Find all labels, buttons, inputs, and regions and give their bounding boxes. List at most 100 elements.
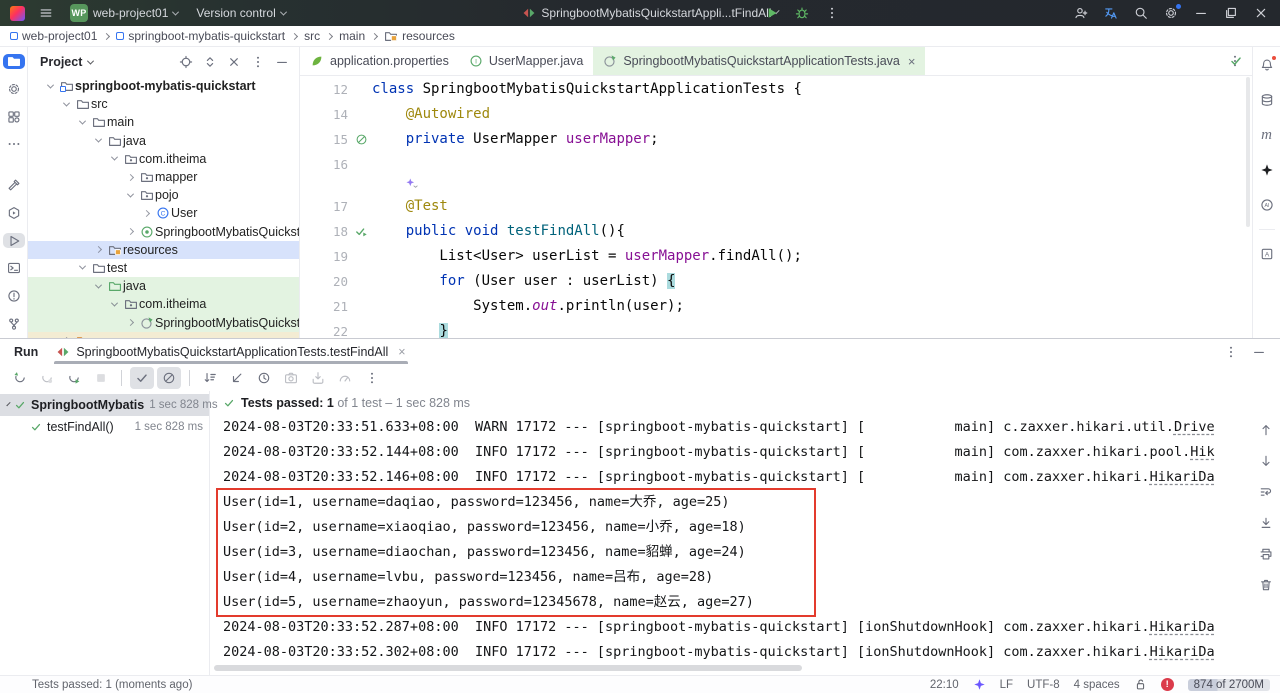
project-tree-item-src[interactable]: src [28, 95, 299, 113]
chevron-down-icon[interactable] [106, 302, 122, 307]
project-tree-item-user[interactable]: CUser [28, 204, 299, 222]
editor-tab-usermapper-java[interactable]: IUserMapper.java [459, 47, 594, 75]
status-message[interactable]: Tests passed: 1 (moments ago) [32, 679, 192, 691]
chevron-down-icon[interactable] [58, 102, 74, 107]
chevron-down-icon[interactable] [42, 84, 58, 89]
run-success-gutter-icon[interactable] [352, 219, 370, 244]
chevron-right-icon[interactable] [122, 229, 138, 234]
tool-button-modules[interactable] [3, 109, 25, 124]
soft-wrap-button[interactable] [1254, 481, 1278, 503]
project-tree-item-java[interactable]: java [28, 132, 299, 150]
project-tree-item-springboot-mybatis-quickstart[interactable]: springboot-mybatis-quickstart [28, 77, 299, 95]
ai-assistant-status-icon[interactable] [973, 678, 986, 691]
close-run-tab-icon[interactable]: × [398, 345, 405, 359]
encoding-indicator[interactable]: UTF-8 [1027, 679, 1060, 691]
print-button[interactable] [1254, 543, 1278, 565]
breadcrumb-item[interactable]: resources [384, 29, 455, 43]
translate-icon[interactable] [1098, 2, 1124, 24]
close-tab-icon[interactable]: × [908, 54, 916, 69]
show-ignored-button[interactable] [157, 367, 181, 389]
tool-button-documentation[interactable]: A [1256, 243, 1278, 265]
indent-indicator[interactable]: 4 spaces [1074, 679, 1120, 691]
project-panel-title[interactable]: Project [40, 55, 93, 69]
settings-gear-icon[interactable] [1158, 2, 1184, 24]
scroll-up-button[interactable] [1254, 419, 1278, 441]
chevron-down-icon[interactable] [106, 156, 122, 161]
cursor-position[interactable]: 22:10 [930, 679, 959, 691]
project-tree-item-java[interactable]: java [28, 277, 299, 295]
console-horizontal-scrollbar[interactable] [214, 665, 802, 671]
project-tree-item-com-itheima[interactable]: com.itheima [28, 295, 299, 313]
sort-alphabetically-button[interactable] [198, 367, 222, 389]
expand-collapse-button[interactable] [199, 51, 221, 73]
tool-button-services[interactable] [3, 206, 25, 221]
more-kebab-button[interactable] [360, 367, 384, 389]
project-tree-item-springbootmybatisquickstartapplicationtests[interactable]: SpringbootMybatisQuickstartApplicationTe… [28, 313, 299, 331]
code-line-20[interactable]: 20 for (User user : userList) { [300, 269, 1252, 294]
hide-panel-button[interactable] [271, 51, 293, 73]
chevron-right-icon[interactable] [90, 247, 106, 252]
code-line-18[interactable]: 18 public void testFindAll(){ [300, 219, 1252, 244]
tool-button-database[interactable] [1256, 89, 1278, 111]
close-button[interactable] [1248, 2, 1274, 24]
tool-button-project-folder[interactable] [3, 54, 25, 69]
editor-tab-application-properties[interactable]: application.properties [300, 47, 459, 75]
breadcrumb-item[interactable]: main [339, 29, 365, 43]
chevron-down-icon[interactable] [122, 193, 138, 198]
tool-button-ai-chat[interactable]: AI [1256, 194, 1278, 216]
chevron-right-icon[interactable] [138, 211, 154, 216]
memory-indicator[interactable]: 874 of 2700M [1188, 679, 1270, 691]
maximize-button[interactable] [1218, 2, 1244, 24]
code-editor[interactable]: 12class SpringbootMybatisQuickstartAppli… [300, 76, 1252, 338]
code-line-17[interactable]: 17 @Test [300, 194, 1252, 219]
code-line-19[interactable]: 19 List<User> userList = userMapper.find… [300, 244, 1252, 269]
minimize-button[interactable] [1188, 2, 1214, 24]
breadcrumb-item[interactable]: web-project01 [10, 29, 97, 43]
line-ending-indicator[interactable]: LF [1000, 679, 1013, 691]
editor-scrollbar[interactable] [1246, 77, 1250, 227]
run-console[interactable]: Tests passed: 1 of 1 test – 1 sec 828 ms… [210, 391, 1280, 675]
tool-button-maven-m[interactable]: m [1256, 124, 1278, 146]
code-line-21[interactable]: 21 System.out.println(user); [300, 294, 1252, 319]
run-panel-more-icon[interactable] [1224, 345, 1238, 359]
hide-run-panel-icon[interactable] [1252, 345, 1266, 359]
code-line-16[interactable]: 16 [300, 152, 1252, 177]
search-icon[interactable] [1128, 2, 1154, 24]
locate-button[interactable] [175, 51, 197, 73]
tool-button-terminal[interactable] [3, 261, 25, 276]
error-indicator[interactable]: ! [1161, 678, 1174, 691]
inspections-ok-icon[interactable] [1229, 54, 1243, 68]
rerun-button[interactable] [8, 367, 32, 389]
project-tree-item-springbootmybatisquickstartapplication[interactable]: SpringbootMybatisQuickstartApplication [28, 223, 299, 241]
chevron-right-icon[interactable] [122, 320, 138, 325]
chevron-down-icon[interactable] [90, 138, 106, 143]
project-tree-item-resources[interactable]: resources [28, 241, 299, 259]
tool-button-problems[interactable] [3, 289, 25, 304]
code-line-12[interactable]: 12class SpringbootMybatisQuickstartAppli… [300, 77, 1252, 102]
collapse-all-button[interactable] [223, 51, 245, 73]
project-tree-item-pojo[interactable]: pojo [28, 186, 299, 204]
code-line-22[interactable]: 22 } [300, 319, 1252, 338]
run-button[interactable] [759, 2, 785, 24]
tool-button-more-dots[interactable] [3, 137, 25, 152]
bean-gutter-icon[interactable] [352, 127, 370, 152]
code-line-14[interactable]: 14 @Autowired [300, 102, 1252, 127]
project-widget[interactable]: WP web-project01 [63, 2, 185, 24]
tool-button-notifications-bell[interactable] [1256, 54, 1278, 76]
run-tab[interactable]: SpringbootMybatisQuickstartApplicationTe… [54, 339, 407, 364]
sort-by-duration-button[interactable] [225, 367, 249, 389]
auto-test-button[interactable] [62, 367, 86, 389]
clear-all-button[interactable] [1254, 574, 1278, 596]
project-tree-item-com-itheima[interactable]: com.itheima [28, 150, 299, 168]
chevron-down-icon[interactable] [90, 284, 106, 289]
vcs-widget[interactable]: Version control [189, 4, 292, 22]
lock-icon[interactable] [1134, 678, 1147, 691]
test-tree-item-SpringbootMybatis[interactable]: SpringbootMybatis1 sec 828 ms [0, 394, 209, 416]
chevron-down-icon[interactable] [74, 120, 90, 125]
chevron-down-icon[interactable] [74, 265, 90, 270]
more-actions-icon[interactable] [819, 2, 845, 24]
chevron-right-icon[interactable] [122, 175, 138, 180]
tool-button-build-hammer[interactable] [3, 178, 25, 193]
main-menu-icon[interactable] [33, 2, 59, 24]
debug-button[interactable] [789, 2, 815, 24]
